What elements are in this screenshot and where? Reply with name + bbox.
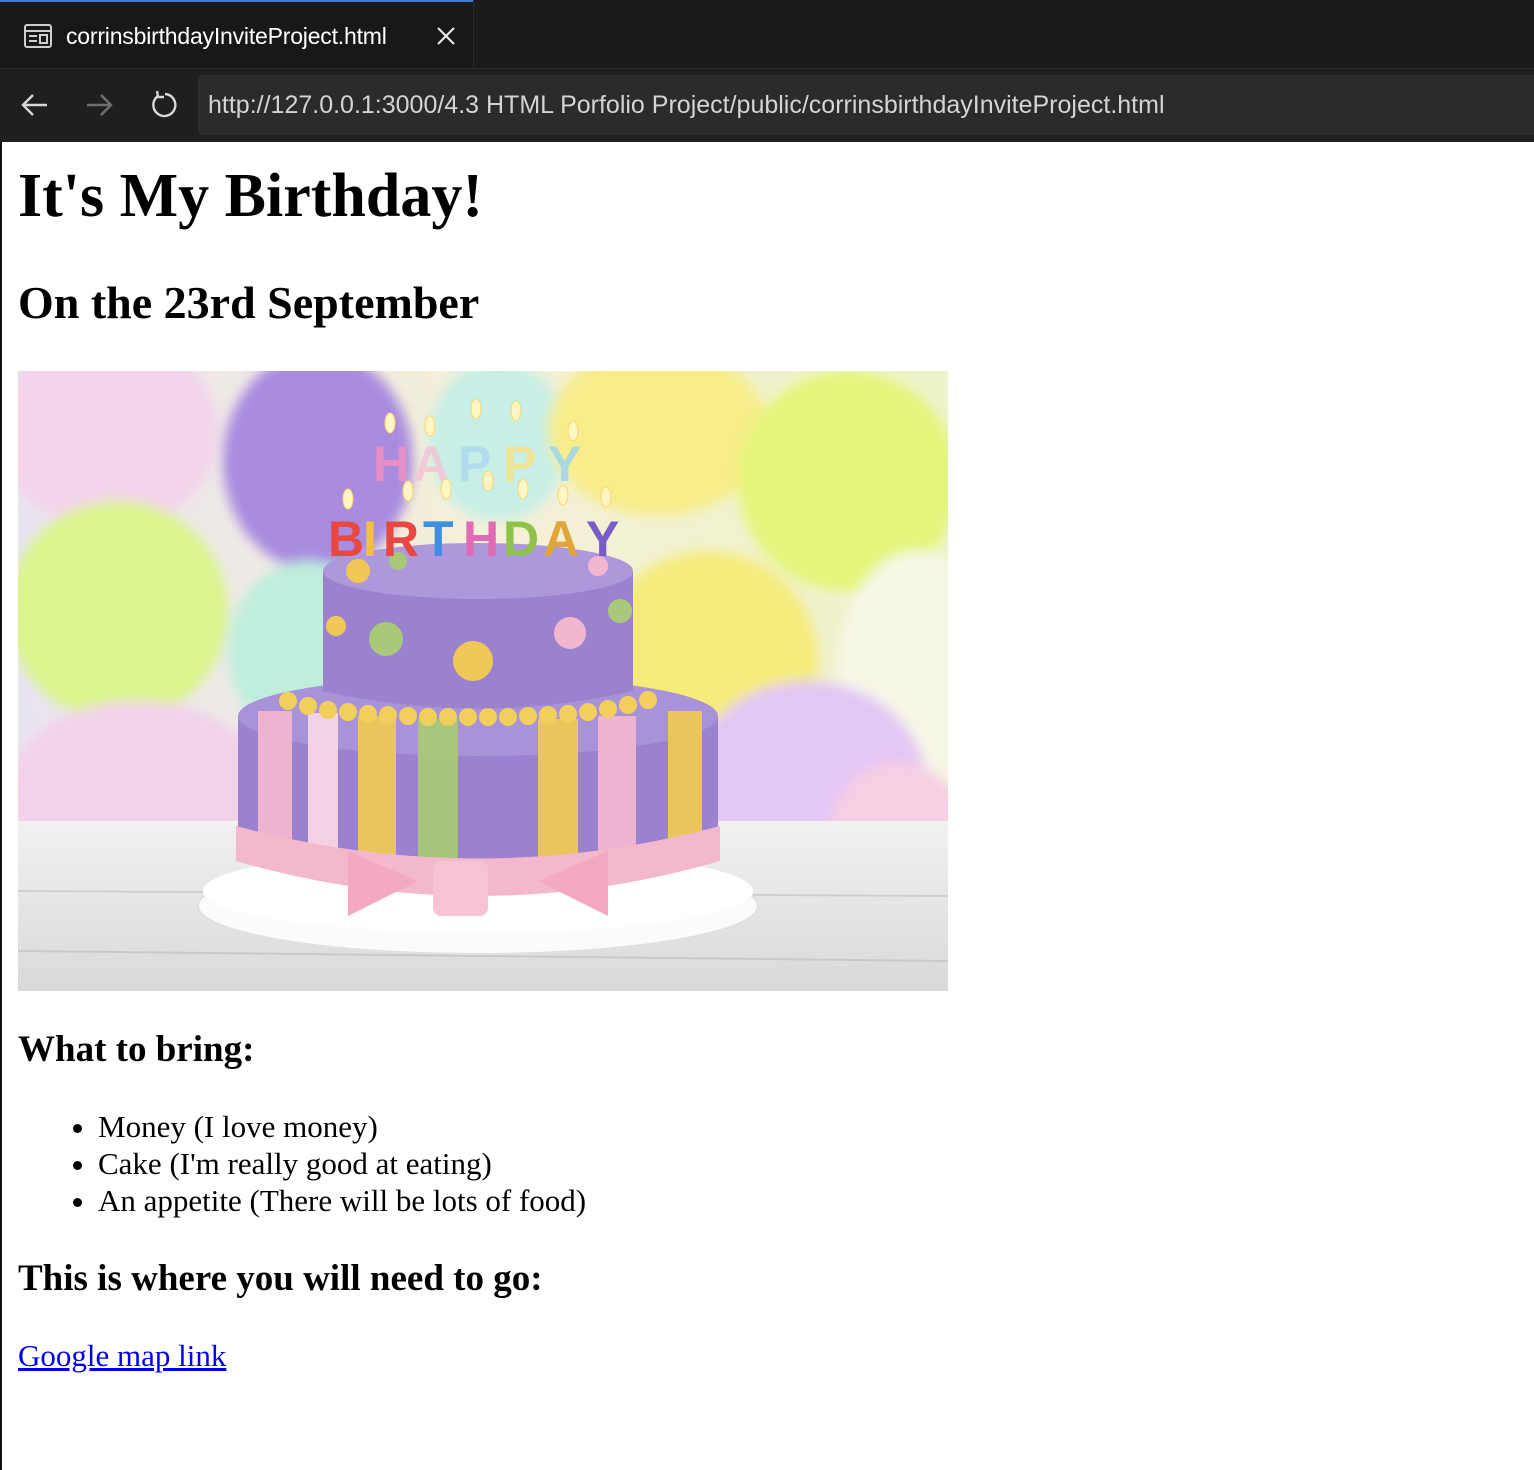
candle-letter-a2: A <box>543 511 579 567</box>
browser-tab[interactable]: corrinsbirthdayInviteProject.html <box>0 0 473 68</box>
location-heading: This is where you will need to go: <box>18 1258 543 1299</box>
candle-letter-y1: Y <box>548 436 581 492</box>
page-subtitle: On the 23rd September <box>18 277 480 328</box>
candle-letter-t: T <box>423 511 454 567</box>
candle-letter-h2: H <box>463 511 499 567</box>
close-icon[interactable] <box>434 24 458 48</box>
tab-divider <box>473 0 474 68</box>
reload-icon[interactable] <box>148 88 182 122</box>
google-map-link[interactable]: Google map link <box>18 1337 226 1375</box>
address-bar[interactable]: http://127.0.0.1:3000/4.3 HTML Porfolio … <box>198 75 1534 135</box>
page-title: It's My Birthday! <box>18 162 483 230</box>
birthday-cake-image: H A P P Y B I R T H D A Y <box>18 371 948 991</box>
list-item: An appetite (There will be lots of food) <box>98 1182 586 1219</box>
list-item: Money (I love money) <box>98 1108 586 1145</box>
window-edge <box>0 142 2 1470</box>
list-item: Cake (I'm really good at eating) <box>98 1145 586 1182</box>
candle-letter-b: B <box>328 511 364 567</box>
bring-list: Money (I love money) Cake (I'm really go… <box>18 1108 586 1219</box>
back-arrow-icon[interactable] <box>18 88 52 122</box>
what-to-bring-heading: What to bring: <box>18 1029 255 1070</box>
candle-letter-h1: H <box>373 436 409 492</box>
tab-bar: corrinsbirthdayInviteProject.html <box>0 0 1534 68</box>
tab-title: corrinsbirthdayInviteProject.html <box>66 23 387 49</box>
candle-letter-r: R <box>383 511 419 567</box>
candle-letter-i: I <box>363 511 377 567</box>
candle-letter-y2: Y <box>586 511 619 567</box>
candle-letter-d: D <box>503 511 539 567</box>
preview-icon <box>24 24 52 48</box>
navigation-bar: http://127.0.0.1:3000/4.3 HTML Porfolio … <box>0 68 1534 142</box>
forward-arrow-icon[interactable] <box>82 88 116 122</box>
